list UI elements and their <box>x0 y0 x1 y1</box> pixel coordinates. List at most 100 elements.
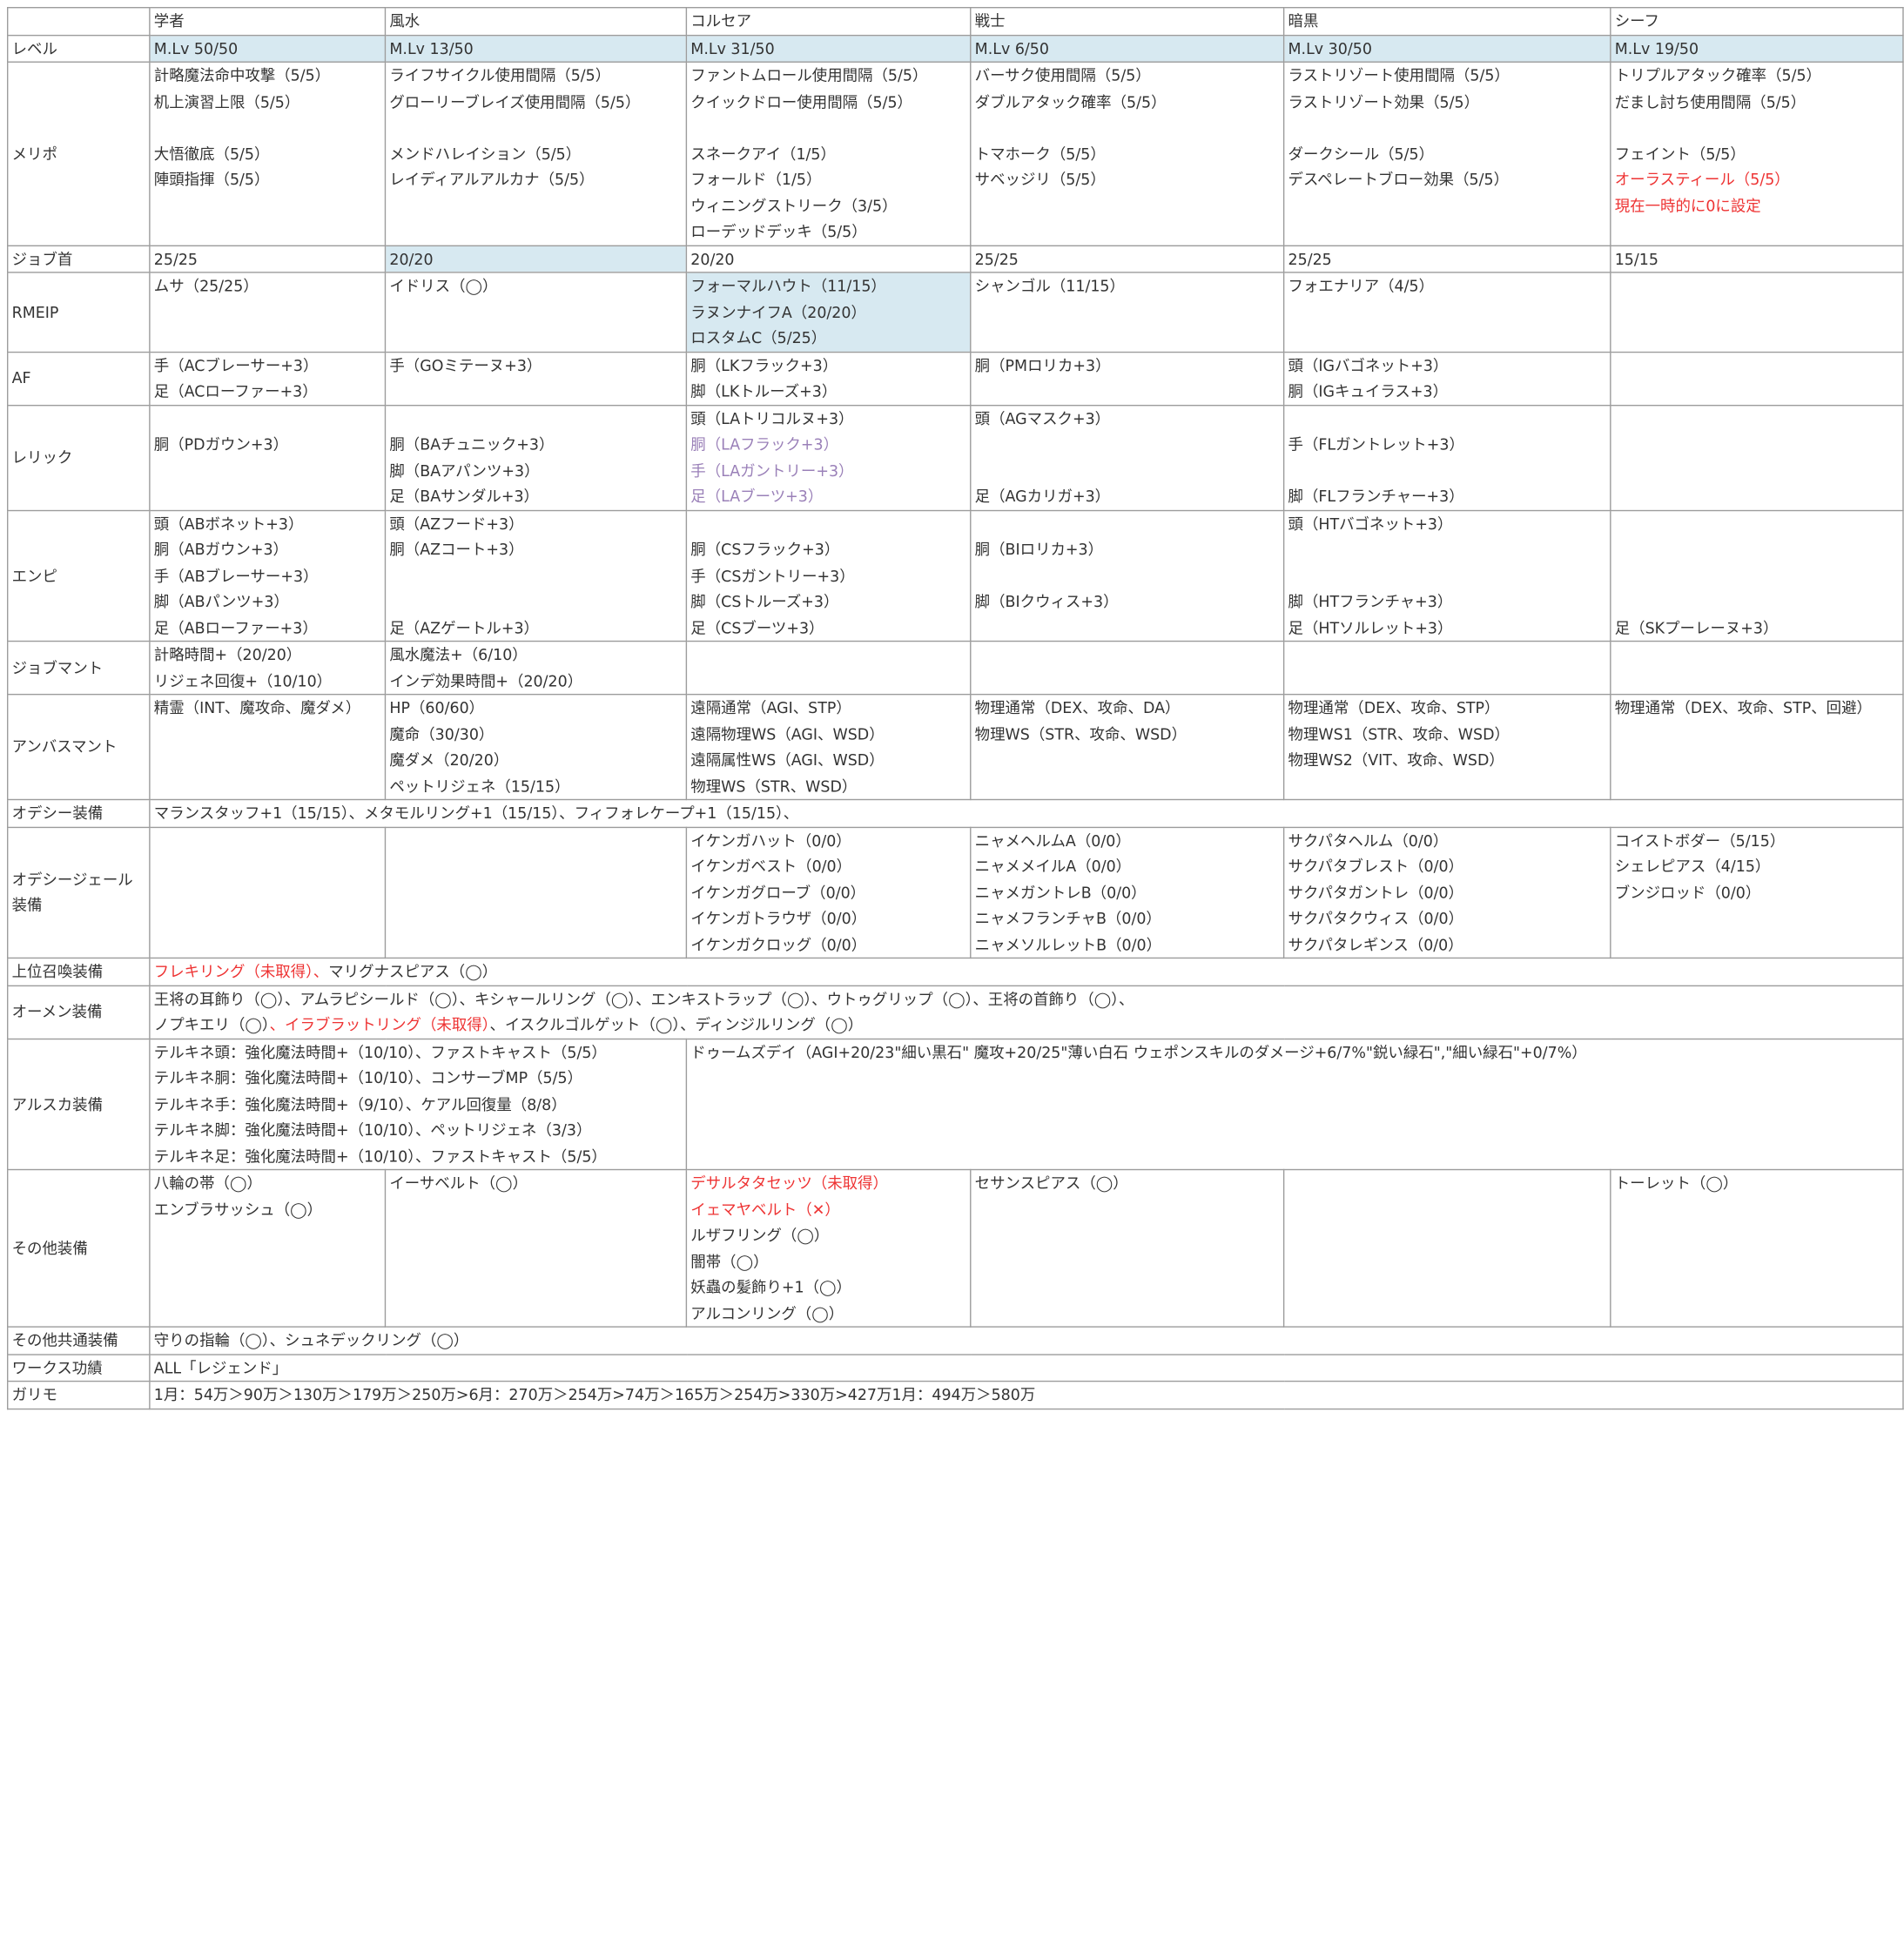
row-label-empy[interactable]: エンピ <box>7 509 151 642</box>
relic-cell[interactable]: 胴（PDガウン+3） <box>149 404 387 511</box>
job-cape-cell[interactable]: 計略時間+（20/20） リジェネ回復+（10/10） <box>149 640 387 696</box>
merit-cell[interactable]: 計略魔法命中攻撃（5/5） 机上演習上限（5/5） 大悟徹底（5/5） 陣頭指揮… <box>149 61 387 246</box>
rmeip-cell[interactable]: フォーマルハウト（11/15） ラヌンナイフA（20/20） ロスタムC（5/2… <box>685 272 972 353</box>
rmeip-cell[interactable]: フォエナリア（4/5） <box>1282 272 1611 353</box>
ambu-cape-entry <box>154 773 381 798</box>
row-label-common[interactable]: その他共通装備 <box>7 1326 151 1355</box>
job-header[interactable]: 戦士 <box>970 7 1285 36</box>
ambu-cape-cell[interactable]: 物理通常（DEX、攻命、STP） 物理WS1（STR、攻命、WSD） 物理WS2… <box>1282 693 1611 801</box>
row-label-ambu-cape[interactable]: アンバスマント <box>7 693 151 801</box>
job-cape-cell[interactable] <box>685 640 972 696</box>
aruska-left-cell[interactable]: テルキネ頭：強化魔法時間+（10/10）、ファストキャスト（5/5） テルキネ胴… <box>149 1038 688 1171</box>
row-label-job-neck[interactable]: ジョブ首 <box>7 244 151 273</box>
job-neck-cell[interactable]: 25/25 <box>1282 244 1611 273</box>
corner-cell[interactable] <box>7 7 151 36</box>
gallimo-cell[interactable]: 1月：54万＞90万＞130万＞179万＞250万>6月：270万＞254万>7… <box>149 1380 1904 1409</box>
summon-cell[interactable]: フレキリング（未取得）、マリグナスピアス（◯） <box>149 957 1904 986</box>
empy-cell[interactable]: 頭（AZフード+3） 胴（AZコート+3） 足（AZゲートル+3） <box>384 509 688 642</box>
relic-cell[interactable]: 胴（BAチュニック+3） 脚（BAアパンツ+3） 足（BAサンダル+3） <box>384 404 688 511</box>
row-label-job-cape[interactable]: ジョブマント <box>7 640 151 696</box>
relic-cell[interactable]: 手（FLガントレット+3） 脚（FLフランチャー+3） <box>1282 404 1611 511</box>
row-label-odyssey-gear[interactable]: オデシージェール 装備 <box>7 826 151 959</box>
job-header[interactable]: 風水 <box>384 7 688 36</box>
ambu-cape-cell[interactable]: 物理通常（DEX、攻命、DA） 物理WS（STR、攻命、WSD） <box>970 693 1285 801</box>
row-label-works[interactable]: ワークス功績 <box>7 1353 151 1382</box>
odyssey-gear-cell[interactable]: イケンガハット（0/0） イケンガベスト（0/0） イケンガグローブ（0/0） … <box>685 826 972 959</box>
row-label-rmeip[interactable]: RMEIP <box>7 272 151 353</box>
job-cape-cell[interactable] <box>1282 640 1611 696</box>
odyssey-gear-cell[interactable]: コイストボダー（5/15） シェレピアス（4/15） ブンジロッド（0/0） <box>1610 826 1904 959</box>
empy-cell[interactable]: 頭（HTバゴネット+3） 脚（HTフランチャ+3） 足（HTソルレット+3） <box>1282 509 1611 642</box>
empy-cell[interactable]: 足（SKプーレーヌ+3） <box>1610 509 1904 642</box>
job-cape-cell[interactable] <box>970 640 1285 696</box>
other-cell[interactable] <box>1282 1168 1611 1328</box>
common-cell[interactable]: 守りの指輪（◯）、シュネデックリング（◯） <box>149 1326 1904 1355</box>
rmeip-cell[interactable] <box>1610 272 1904 353</box>
job-neck-cell[interactable]: 20/20 <box>384 244 688 273</box>
merit-cell[interactable]: ライフサイクル使用間隔（5/5） グローリーブレイズ使用間隔（5/5） メンドハ… <box>384 61 688 246</box>
other-cell[interactable]: デサルタタセッツ（未取得） イェマヤベルト（✕） ルザフリング（◯） 闇帯（◯）… <box>685 1168 972 1328</box>
relic-cell[interactable]: 頭（AGマスク+3） 足（AGカリガ+3） <box>970 404 1285 511</box>
row-label-level[interactable]: レベル <box>7 34 151 63</box>
af-cell[interactable]: 胴（PMロリカ+3） <box>970 351 1285 406</box>
af-cell[interactable]: 手（ACブレーサー+3） 足（ACローファー+3） <box>149 351 387 406</box>
merit-cell[interactable]: バーサク使用間隔（5/5） ダブルアタック確率（5/5） トマホーク（5/5） … <box>970 61 1285 246</box>
row-label-summon[interactable]: 上位召喚装備 <box>7 957 151 986</box>
level-cell[interactable]: M.Lv 13/50 <box>384 34 688 63</box>
empy-cell[interactable]: 胴（CSフラック+3） 手（CSガントリー+3） 脚（CSトルーズ+3） 足（C… <box>685 509 972 642</box>
job-header[interactable]: コルセア <box>685 7 972 36</box>
odyssey-gear-cell[interactable]: ニャメヘルムA（0/0） ニャメメイルA（0/0） ニャメガントレB（0/0） … <box>970 826 1285 959</box>
level-cell[interactable]: M.Lv 31/50 <box>685 34 972 63</box>
level-cell[interactable]: M.Lv 50/50 <box>149 34 387 63</box>
odyssey-gear-cell[interactable]: サクパタヘルム（0/0） サクパタブレスト（0/0） サクパタガントレ（0/0）… <box>1282 826 1611 959</box>
row-label-odyssey[interactable]: オデシー装備 <box>7 798 151 828</box>
odyssey-gear-cell[interactable] <box>384 826 688 959</box>
merit-cell[interactable]: ファントムロール使用間隔（5/5） クイックドロー使用間隔（5/5） スネークア… <box>685 61 972 246</box>
works-cell[interactable]: ALL「レジェンド」 <box>149 1353 1904 1382</box>
job-cape-cell[interactable]: 風水魔法+（6/10） インデ効果時間+（20/20） <box>384 640 688 696</box>
empy-cell[interactable]: 頭（ABボネット+3） 胴（ABガウン+3） 手（ABブレーサー+3） 脚（AB… <box>149 509 387 642</box>
ambu-cape-cell[interactable]: 物理通常（DEX、攻命、STP、回避） <box>1610 693 1904 801</box>
row-label-aruska[interactable]: アルスカ装備 <box>7 1038 151 1171</box>
job-cape-cell[interactable] <box>1610 640 1904 696</box>
rmeip-cell[interactable]: ムサ（25/25） <box>149 272 387 353</box>
level-cell[interactable]: M.Lv 6/50 <box>970 34 1285 63</box>
af-cell[interactable]: 頭（IGバゴネット+3） 胴（IGキュイラス+3） <box>1282 351 1611 406</box>
other-cell[interactable]: イーサベルト（◯） <box>384 1168 688 1328</box>
row-label-omen[interactable]: オーメン装備 <box>7 985 151 1039</box>
empy-cell[interactable]: 胴（BIロリカ+3） 脚（BIクウィス+3） <box>970 509 1285 642</box>
other-cell[interactable]: セサンスピアス（◯） <box>970 1168 1285 1328</box>
other-cell[interactable]: トーレット（◯） <box>1610 1168 1904 1328</box>
level-cell[interactable]: M.Lv 30/50 <box>1282 34 1611 63</box>
merit-cell[interactable]: トリプルアタック確率（5/5） だまし討ち使用間隔（5/5） フェイント（5/5… <box>1610 61 1904 246</box>
omen-cell[interactable]: 王将の耳飾り（◯）、アムラピシールド（◯）、キシャールリング（◯）、エンキストラ… <box>149 985 1904 1039</box>
row-label-relic[interactable]: レリック <box>7 404 151 511</box>
row-label-gallimo[interactable]: ガリモ <box>7 1380 151 1409</box>
rmeip-cell[interactable]: シャンゴル（11/15） <box>970 272 1285 353</box>
job-neck-cell[interactable]: 25/25 <box>149 244 387 273</box>
job-neck-cell[interactable]: 15/15 <box>1610 244 1904 273</box>
ambu-cape-cell[interactable]: HP（60/60） 魔命（30/30） 魔ダメ（20/20） ペットリジェネ（1… <box>384 693 688 801</box>
odyssey-cell[interactable]: マランスタッフ+1（15/15）、メタモルリング+1（15/15）、フィフォレケ… <box>149 798 1904 828</box>
job-header[interactable]: シーフ <box>1610 7 1904 36</box>
aruska-right-cell[interactable]: ドゥームズデイ（AGI+20/23"細い黒石" 魔攻+20/25"薄い白石 ウェ… <box>685 1038 1904 1171</box>
row-label-merit[interactable]: メリポ <box>7 61 151 246</box>
other-cell[interactable]: 八輪の帯（◯） エンブラサッシュ（◯） <box>149 1168 387 1328</box>
af-cell[interactable] <box>1610 351 1904 406</box>
row-label-af[interactable]: AF <box>7 351 151 406</box>
row-label-other[interactable]: その他装備 <box>7 1168 151 1328</box>
job-header[interactable]: 暗黒 <box>1282 7 1611 36</box>
rmeip-cell[interactable]: イドリス（◯） <box>384 272 688 353</box>
merit-cell[interactable]: ラストリゾート使用間隔（5/5） ラストリゾート効果（5/5） ダークシール（5… <box>1282 61 1611 246</box>
job-neck-cell[interactable]: 20/20 <box>685 244 972 273</box>
odyssey-gear-cell[interactable] <box>149 826 387 959</box>
af-cell[interactable]: 胴（LKフラック+3） 脚（LKトルーズ+3） <box>685 351 972 406</box>
job-neck-cell[interactable]: 25/25 <box>970 244 1285 273</box>
ambu-cape-cell[interactable]: 遠隔通常（AGI、STP） 遠隔物理WS（AGI、WSD） 遠隔属性WS（AGI… <box>685 693 972 801</box>
job-header[interactable]: 学者 <box>149 7 387 36</box>
ambu-cape-cell[interactable]: 精霊（INT、魔攻命、魔ダメ） <box>149 693 387 801</box>
relic-cell[interactable] <box>1610 404 1904 511</box>
af-cell[interactable]: 手（GOミテーヌ+3） <box>384 351 688 406</box>
relic-cell[interactable]: 頭（LAトリコルヌ+3） 胴（LAフラック+3） 手（LAガントリー+3） 足（… <box>685 404 972 511</box>
level-cell[interactable]: M.Lv 19/50 <box>1610 34 1904 63</box>
